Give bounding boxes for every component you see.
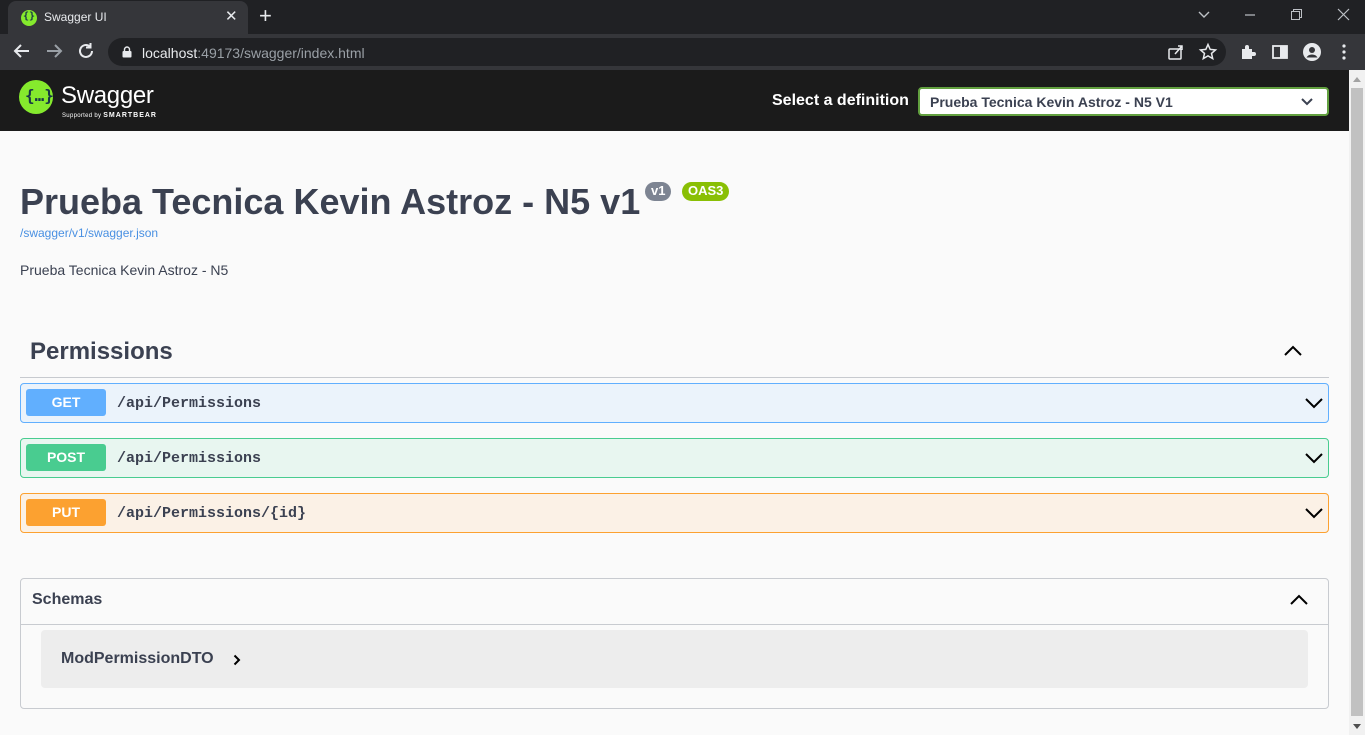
address-bar[interactable]: localhost:49173/swagger/index.html (108, 38, 1226, 66)
operation-path: /api/Permissions/{id} (117, 505, 307, 522)
tab-title: Swagger UI (44, 10, 107, 24)
api-description: Prueba Tecnica Kevin Astroz - N5 (20, 262, 229, 278)
oas-badge: OAS3 (682, 182, 730, 201)
minimize-icon[interactable] (1244, 9, 1256, 21)
scroll-down-arrow-icon[interactable] (1353, 724, 1361, 730)
operation-post-permissions[interactable]: POST /api/Permissions (20, 438, 1329, 478)
share-icon[interactable] (1166, 42, 1186, 62)
lock-icon[interactable] (122, 46, 132, 58)
operation-path: /api/Permissions (117, 395, 262, 412)
operation-path: /api/Permissions (117, 450, 262, 467)
chevron-up-icon[interactable] (1289, 592, 1309, 606)
definition-select[interactable]: Prueba Tecnica Kevin Astroz - N5 V1 (918, 87, 1329, 116)
schemas-section: Schemas ModPermissionDTO (20, 578, 1329, 709)
side-panel-icon[interactable] (1270, 42, 1290, 62)
schemas-title: Schemas (32, 591, 103, 608)
swagger-favicon-icon (21, 10, 37, 26)
chevron-down-icon[interactable] (1304, 506, 1324, 520)
swagger-logo-braces: {…} (25, 86, 54, 105)
spec-json-link[interactable]: /swagger/v1/swagger.json (20, 226, 158, 240)
back-arrow-icon[interactable] (11, 40, 33, 62)
url-text: localhost:49173/swagger/index.html (142, 45, 365, 61)
reload-icon[interactable] (75, 40, 97, 62)
chevron-down-icon[interactable] (1304, 451, 1324, 465)
definition-select-value: Prueba Tecnica Kevin Astroz - N5 V1 (930, 94, 1173, 110)
swagger-logo-subtitle: Supported by SMARTBEAR (62, 112, 157, 119)
restore-icon[interactable] (1290, 8, 1303, 21)
method-badge-put: PUT (26, 499, 106, 526)
schemas-header[interactable]: Schemas (21, 579, 1328, 625)
close-window-icon[interactable] (1337, 8, 1350, 21)
method-badge-post: POST (26, 444, 106, 471)
version-badge: v1 (645, 182, 672, 201)
tag-title-permissions[interactable]: Permissions (30, 338, 173, 366)
scroll-up-arrow-icon[interactable] (1353, 76, 1361, 82)
browser-toolbar: localhost:49173/swagger/index.html (0, 34, 1365, 70)
swagger-logo-text[interactable]: Swagger (61, 82, 154, 110)
operation-put-permissions-id[interactable]: PUT /api/Permissions/{id} (20, 493, 1329, 533)
browser-tab[interactable]: Swagger UI ✕ (8, 1, 248, 34)
browser-tab-strip: Swagger UI ✕ + (0, 0, 1365, 34)
chevron-down-icon (1301, 98, 1313, 106)
chevron-down-icon[interactable] (1304, 396, 1324, 410)
kebab-menu-icon[interactable] (1334, 42, 1354, 62)
model-modpermissiondto[interactable]: ModPermissionDTO (41, 630, 1308, 688)
select-definition-label: Select a definition (772, 92, 909, 109)
new-tab-button[interactable]: + (259, 4, 272, 28)
api-title: Prueba Tecnica Kevin Astroz - N5 v1 (20, 181, 641, 222)
extensions-icon[interactable] (1238, 42, 1258, 62)
tag-divider (20, 377, 1329, 378)
profile-avatar-icon[interactable] (1302, 42, 1322, 62)
operation-get-permissions[interactable]: GET /api/Permissions (20, 383, 1329, 423)
method-badge-get: GET (26, 389, 106, 416)
chevron-up-icon[interactable] (1283, 343, 1303, 357)
forward-arrow-icon[interactable] (43, 40, 65, 62)
scrollbar-thumb[interactable] (1351, 88, 1363, 716)
tab-search-chevron-icon[interactable] (1197, 8, 1211, 22)
chevron-right-icon[interactable] (233, 654, 241, 666)
bookmark-star-icon[interactable] (1198, 42, 1218, 62)
model-name: ModPermissionDTO (61, 650, 214, 667)
close-tab-button[interactable]: ✕ (225, 8, 238, 26)
